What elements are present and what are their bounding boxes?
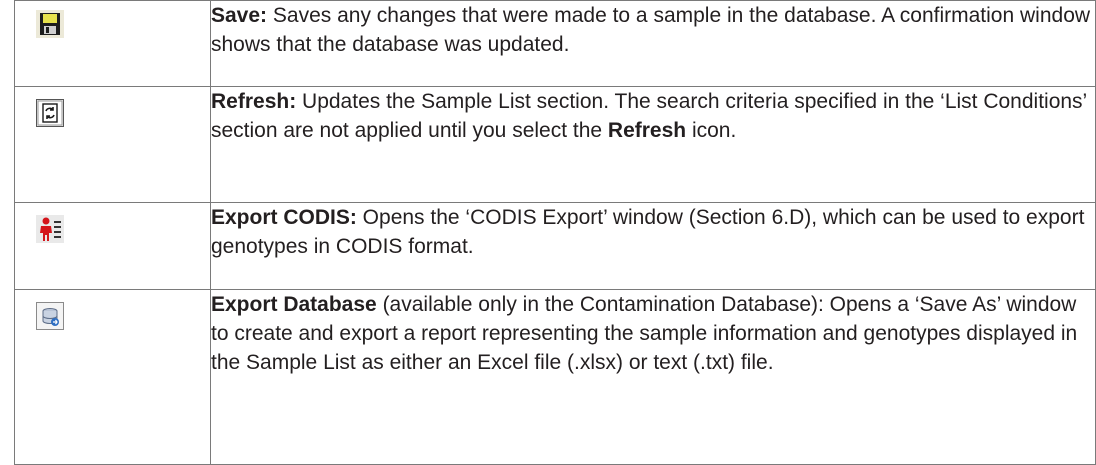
export-codis-title: Export CODIS: bbox=[211, 206, 357, 229]
save-disk-icon bbox=[36, 10, 64, 38]
export-codis-icon bbox=[36, 215, 64, 243]
icon-cell bbox=[14, 86, 211, 203]
table-row: Export Database (available only in the C… bbox=[14, 289, 1096, 465]
refresh-text-b: icon. bbox=[686, 119, 737, 142]
save-text: Saves any changes that were made to a sa… bbox=[211, 4, 1091, 56]
table-row: Refresh: Updates the Sample List section… bbox=[14, 86, 1096, 203]
export-database-description: Export Database (available only in the C… bbox=[210, 289, 1096, 465]
table-row: Save: Saves any changes that were made t… bbox=[14, 0, 1096, 87]
export-database-title: Export Database bbox=[211, 293, 377, 316]
icon-description-table: Save: Saves any changes that were made t… bbox=[14, 0, 1096, 465]
refresh-title: Refresh: bbox=[211, 90, 297, 113]
save-description: Save: Saves any changes that were made t… bbox=[210, 0, 1096, 87]
save-title: Save: bbox=[211, 4, 268, 27]
table-row: Export CODIS: Opens the ‘CODIS Export’ w… bbox=[14, 202, 1096, 290]
refresh-icon bbox=[36, 99, 64, 127]
icon-cell bbox=[14, 289, 211, 465]
export-codis-description: Export CODIS: Opens the ‘CODIS Export’ w… bbox=[210, 202, 1096, 290]
refresh-inline-bold: Refresh bbox=[607, 119, 687, 142]
export-database-icon bbox=[36, 302, 64, 330]
icon-cell bbox=[14, 0, 211, 87]
refresh-description: Refresh: Updates the Sample List section… bbox=[210, 86, 1096, 203]
icon-cell bbox=[14, 202, 211, 290]
